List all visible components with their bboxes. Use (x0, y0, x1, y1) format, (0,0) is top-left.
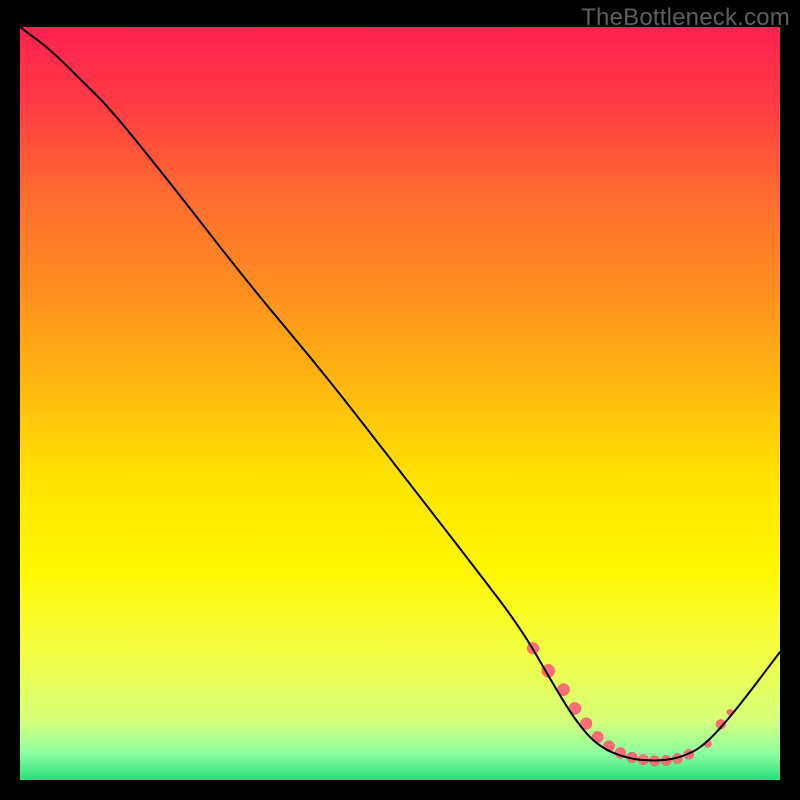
chart-frame: TheBottleneck.com (0, 0, 800, 800)
gradient-background (20, 27, 780, 780)
plot-area (20, 27, 780, 780)
plot-svg (20, 27, 780, 780)
watermark-label: TheBottleneck.com (581, 4, 790, 32)
